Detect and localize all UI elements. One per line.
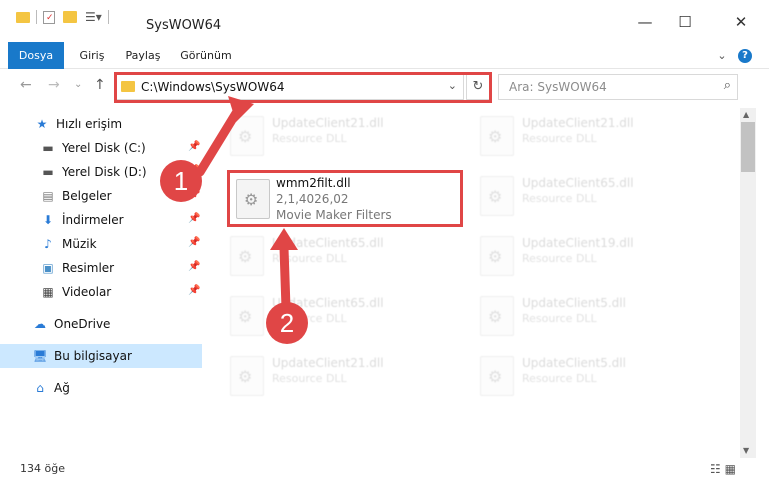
annotation-arrows (195, 96, 298, 313)
arrow-2 (279, 243, 291, 313)
arrow-1 (195, 105, 243, 177)
callout-badge-2: 2 (266, 302, 308, 344)
arrow-2-head (270, 228, 298, 250)
callout-badge-1: 1 (160, 160, 202, 202)
